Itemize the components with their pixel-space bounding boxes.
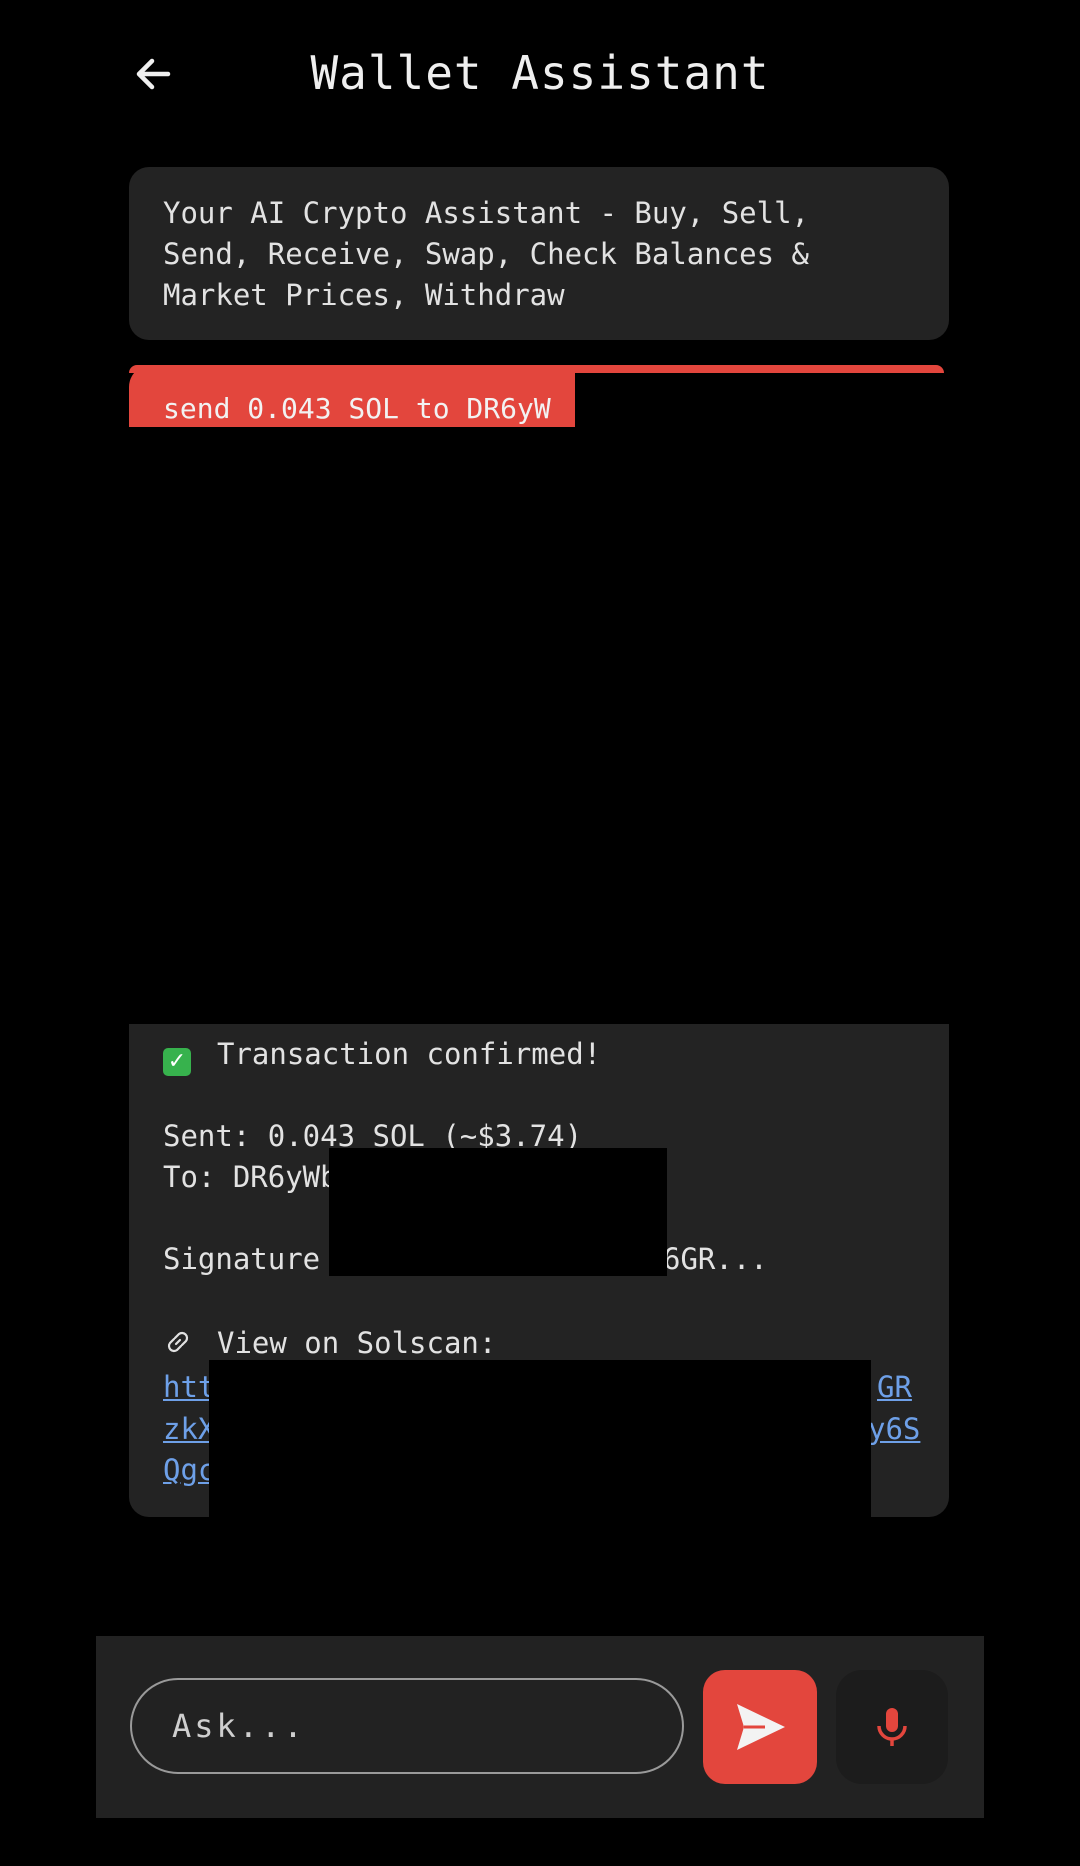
solscan-link-part[interactable]: y6S <box>868 1412 920 1446</box>
solscan-link-part[interactable]: htt <box>163 1370 215 1404</box>
signature-tail: 6GR... <box>663 1242 768 1276</box>
redaction-block <box>329 1148 667 1276</box>
solscan-link-part[interactable]: GR <box>877 1370 912 1404</box>
intro-text: Your AI Crypto Assistant - Buy, Sell, Se… <box>163 196 810 312</box>
solscan-link-part[interactable]: zkX <box>163 1412 215 1446</box>
ask-input[interactable] <box>130 1678 684 1774</box>
status-line: ✓ Transaction confirmed! <box>163 1037 601 1076</box>
solscan-label-line: View on Solscan: <box>163 1326 496 1360</box>
send-button[interactable] <box>703 1670 817 1784</box>
recipient-address: To: DR6yWb <box>163 1160 338 1194</box>
redaction-block <box>575 373 955 433</box>
microphone-button[interactable] <box>836 1670 948 1784</box>
signature-label: Signature <box>163 1242 321 1276</box>
link-icon <box>167 1331 189 1353</box>
user-message-text: send 0.043 SOL to DR6yW <box>163 392 551 425</box>
user-message-bubble: send 0.043 SOL to DR6yW <box>129 365 575 427</box>
microphone-icon <box>877 1708 907 1746</box>
solscan-link-part[interactable]: Qgc <box>163 1453 215 1487</box>
redaction-block <box>209 1360 871 1520</box>
checkmark-icon: ✓ <box>163 1048 191 1076</box>
send-icon <box>737 1704 785 1750</box>
message-input-bar <box>96 1636 984 1818</box>
assistant-intro-message: Your AI Crypto Assistant - Buy, Sell, Se… <box>129 167 949 340</box>
status-text: Transaction confirmed! <box>217 1037 602 1071</box>
page-title: Wallet Assistant <box>310 46 770 100</box>
view-on-solscan-label: View on Solscan: <box>217 1326 497 1360</box>
